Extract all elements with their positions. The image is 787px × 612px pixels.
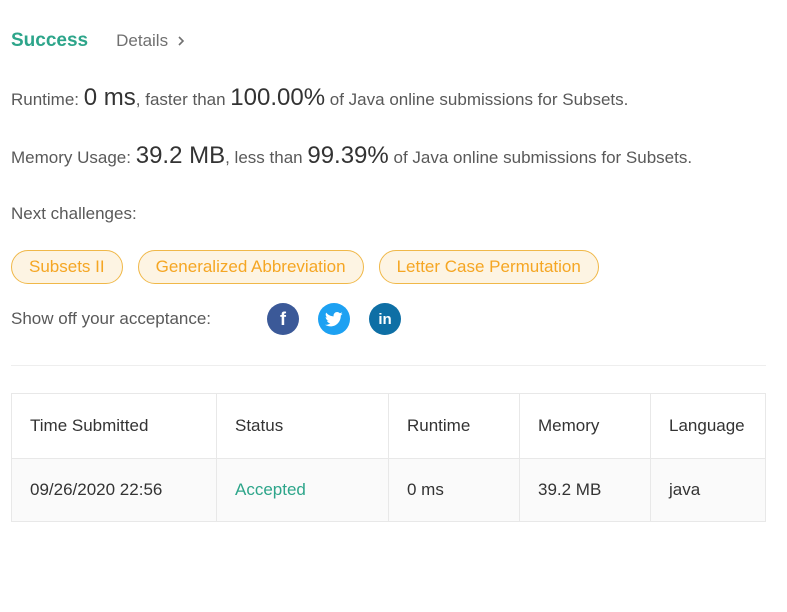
column-header-memory[interactable]: Memory <box>519 393 651 459</box>
memory-value: 39.2 MB <box>135 142 226 169</box>
cell-time-submitted: 09/26/2020 22:56 <box>11 458 217 522</box>
memory-comparison: , less than <box>225 148 303 167</box>
submission-result: Success Details Runtime: 0 ms, faster th… <box>0 0 787 612</box>
details-label: Details <box>116 31 169 50</box>
memory-line: Memory Usage: 39.2 MB, less than 99.39% … <box>11 142 692 170</box>
cell-status-link[interactable]: Accepted <box>216 458 389 522</box>
details-link[interactable]: Details <box>116 31 186 51</box>
share-section: Show off your acceptance: f in <box>11 303 420 335</box>
runtime-label: Runtime: <box>11 90 80 109</box>
table-row: 09/26/2020 22:56 Accepted 0 ms 39.2 MB j… <box>11 458 766 522</box>
memory-suffix: of Java online submissions for Subsets. <box>393 148 693 167</box>
facebook-icon[interactable]: f <box>267 303 299 335</box>
challenge-tag-subsets-ii[interactable]: Subsets II <box>11 250 123 284</box>
cell-runtime: 0 ms <box>388 458 520 522</box>
column-header-runtime[interactable]: Runtime <box>388 393 520 459</box>
column-header-language[interactable]: Language <box>650 393 766 459</box>
next-challenges-label: Next challenges: <box>11 204 137 223</box>
result-header: Success Details <box>11 30 186 52</box>
runtime-line: Runtime: 0 ms, faster than 100.00% of Ja… <box>11 84 628 112</box>
runtime-value: 0 ms <box>83 84 136 111</box>
share-label: Show off your acceptance: <box>11 309 212 328</box>
section-divider <box>11 365 766 366</box>
challenge-tag-generalized-abbreviation[interactable]: Generalized Abbreviation <box>137 250 364 284</box>
column-header-status[interactable]: Status <box>216 393 389 459</box>
table-header-row: Time Submitted Status Runtime Memory Lan… <box>11 393 766 459</box>
memory-percent: 99.39% <box>307 142 389 169</box>
memory-label: Memory Usage: <box>11 148 131 167</box>
challenge-tag-letter-case-permutation[interactable]: Letter Case Permutation <box>378 250 599 284</box>
submissions-table: Time Submitted Status Runtime Memory Lan… <box>11 393 766 522</box>
runtime-suffix: of Java online submissions for Subsets. <box>329 90 629 109</box>
cell-language: java <box>650 458 766 522</box>
cell-memory: 39.2 MB <box>519 458 651 522</box>
twitter-icon[interactable] <box>318 303 350 335</box>
runtime-percent: 100.00% <box>230 84 326 111</box>
chevron-right-icon <box>178 36 185 46</box>
runtime-comparison: , faster than <box>135 90 226 109</box>
status-success: Success <box>11 30 89 51</box>
linkedin-icon[interactable]: in <box>369 303 401 335</box>
column-header-time-submitted[interactable]: Time Submitted <box>11 393 217 459</box>
next-challenges-list: Subsets II Generalized Abbreviation Lett… <box>11 250 614 284</box>
